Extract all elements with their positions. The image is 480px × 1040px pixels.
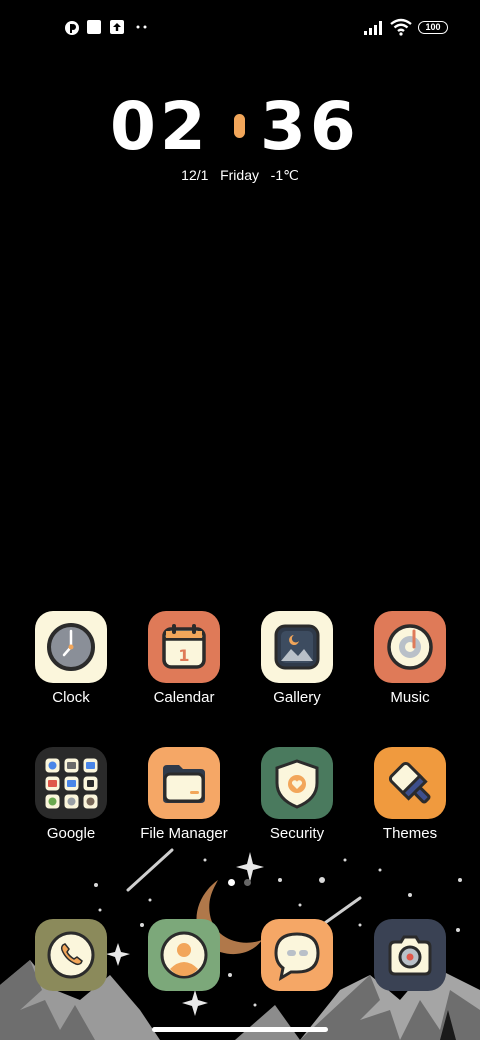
folder-icon	[148, 747, 220, 819]
dock-messages[interactable]	[241, 919, 353, 991]
app-gallery[interactable]: Gallery	[241, 611, 353, 706]
app-label: Gallery	[273, 689, 321, 706]
more-dots-icon	[136, 25, 147, 29]
app-label: Security	[269, 825, 325, 842]
sparkle-star	[182, 990, 208, 1016]
phone-icon	[35, 919, 107, 991]
upload-icon	[110, 20, 124, 34]
shooting-star	[126, 848, 174, 892]
temperature-text: -1℃	[270, 167, 299, 183]
clock-hours: 02	[110, 88, 210, 165]
signal-icon	[364, 21, 382, 35]
app-clock[interactable]: Clock	[15, 611, 127, 706]
paintbrush-icon	[374, 747, 446, 819]
app-file-manager[interactable]: File Manager	[128, 747, 240, 842]
ring-icon	[65, 21, 79, 35]
app-label: Themes	[382, 825, 438, 842]
clock-icon	[35, 611, 107, 683]
clock-widget[interactable]: 02 36 12/1 Friday -1℃	[0, 92, 480, 192]
wifi-icon	[390, 18, 412, 36]
google-folder-icon	[35, 747, 107, 819]
page-dot-inactive[interactable]	[244, 879, 251, 886]
messages-icon	[261, 919, 333, 991]
status-bar: 100	[0, 0, 480, 56]
app-label: Clock	[52, 689, 90, 706]
app-themes[interactable]: Themes	[354, 747, 466, 842]
app-label: Google	[46, 825, 96, 842]
date-text: 12/1	[181, 167, 209, 183]
app-music[interactable]: Music	[354, 611, 466, 706]
clock-separator	[234, 114, 245, 138]
square-icon	[87, 20, 101, 34]
app-label: Music	[390, 689, 430, 706]
sparkle-star	[236, 852, 264, 882]
calendar-icon: 1	[148, 611, 220, 683]
app-label: File Manager	[140, 825, 228, 842]
home-gesture-bar[interactable]	[152, 1027, 328, 1032]
svg-text:1: 1	[178, 646, 189, 665]
gallery-icon	[261, 611, 333, 683]
app-calendar[interactable]: 1 Calendar	[128, 611, 240, 706]
contacts-icon	[148, 919, 220, 991]
date-weather-line: 12/1 Friday -1℃	[0, 167, 480, 184]
camera-icon	[374, 919, 446, 991]
shield-icon	[261, 747, 333, 819]
dock-contacts[interactable]	[128, 919, 240, 991]
page-dot-active[interactable]	[228, 879, 235, 886]
music-icon	[374, 611, 446, 683]
app-label: Calendar	[153, 689, 215, 706]
battery-icon: 100	[418, 21, 448, 34]
dock-camera[interactable]	[354, 919, 466, 991]
weekday-text: Friday	[220, 167, 259, 183]
clock-minutes: 36	[260, 88, 360, 165]
app-security[interactable]: Security	[241, 747, 353, 842]
dock-phone[interactable]	[15, 919, 127, 991]
app-google-folder[interactable]: Google	[15, 747, 127, 842]
